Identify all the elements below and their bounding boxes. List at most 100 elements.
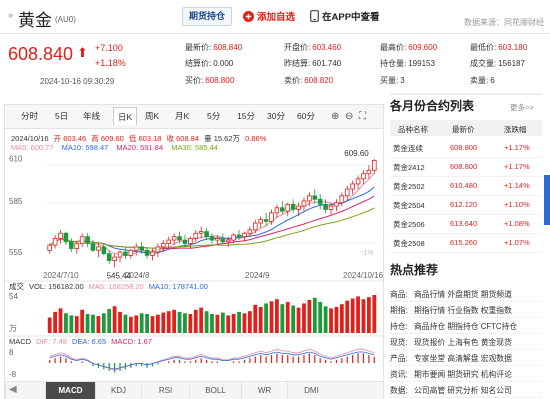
quote-field-label: 卖价: — [284, 76, 303, 85]
volume-bar — [269, 301, 274, 333]
quote-field: 最高价: 609.600 — [380, 42, 437, 53]
volume-bar — [226, 315, 231, 333]
indicator-tab[interactable]: WR — [241, 382, 287, 399]
candle — [47, 243, 52, 254]
volume-bar — [329, 308, 333, 333]
candle — [133, 243, 139, 256]
indicator-tab[interactable]: KDJ — [95, 382, 141, 399]
quote-field: 买价: 608.800 — [185, 75, 234, 86]
quote-field: 买量: 3 — [380, 75, 405, 86]
x-tick-label: 2024/7/10 — [43, 271, 79, 280]
hot-row-links[interactable]: 期指行情 行业指数 权重指数 — [414, 305, 512, 316]
candle — [301, 197, 307, 212]
hot-row-links[interactable]: 期市要闻 期货研究 机构评论 — [414, 369, 512, 380]
indicator-tab[interactable]: MACD — [45, 382, 95, 399]
candle — [334, 199, 339, 212]
kline-plot[interactable]: 610585555609.60545.44-1%2024/7/10 2024/8 2… — [5, 105, 383, 381]
volume-bar — [323, 306, 328, 333]
volume-bar — [237, 311, 241, 333]
contract-name[interactable]: 黄金2508 — [393, 238, 425, 249]
candle — [96, 243, 101, 258]
add-watchlist-button[interactable]: 添加自选 — [243, 9, 295, 23]
y-tick-label: 555 — [9, 248, 23, 257]
candle — [372, 159, 377, 174]
volume-bar — [156, 314, 160, 333]
futures-position-button[interactable]: 期货持仓 — [182, 7, 232, 26]
contracts-more-link[interactable]: 更多>> — [510, 102, 534, 113]
volume-bar — [264, 303, 268, 333]
candle — [204, 228, 209, 241]
quote-field: 卖量: 6 — [470, 75, 495, 86]
volume-bar — [210, 314, 214, 333]
quote-field: 最低价: 603.180 — [470, 42, 527, 53]
volume-bar — [96, 316, 101, 333]
breadcrumb-mark: » — [8, 10, 14, 20]
hot-row-label: 产品: — [390, 354, 408, 363]
open-in-app-button[interactable]: 在APP中查看 — [310, 9, 380, 23]
contract-row[interactable]: 黄金2504 612.120 +1.10% — [390, 195, 542, 215]
candle — [193, 229, 199, 242]
indicator-tab[interactable]: RSI — [141, 382, 189, 399]
col-pct: 涨跌幅 — [504, 125, 527, 134]
candle — [285, 202, 291, 217]
open-in-app-label: 在APP中查看 — [322, 12, 380, 23]
contract-price: 610.480 — [450, 181, 478, 190]
col-name: 品种名称 — [398, 125, 428, 134]
candle — [290, 199, 296, 213]
contract-price: 612.120 — [450, 200, 478, 209]
contract-name[interactable]: 黄金2506 — [393, 219, 425, 230]
volume-bar — [118, 311, 122, 333]
contract-price: 608.800 — [450, 143, 478, 152]
indicator-tab[interactable]: BOLL — [189, 382, 241, 399]
hot-row: 持仓: 商品持仓 期指持仓 CFTC持仓 — [390, 318, 542, 334]
contract-name[interactable]: 黄金连续 — [393, 143, 423, 154]
quote-field-value: 608.840 — [213, 43, 243, 52]
quote-field: 昨结算: 601.740 — [284, 58, 341, 69]
volume-bar — [58, 308, 63, 333]
volume-bar — [318, 302, 323, 333]
contract-row[interactable]: 黄金2412 608.800 +1.17% — [390, 157, 542, 177]
side-scroll-handle[interactable] — [544, 175, 550, 225]
volume-bar — [215, 314, 220, 333]
volume-bar — [231, 314, 236, 333]
volume-bar — [258, 306, 263, 333]
volume-bar — [80, 309, 85, 333]
phone-icon — [310, 10, 319, 22]
volume-bar — [204, 311, 209, 333]
volume-bar — [91, 314, 95, 333]
hot-row-links[interactable]: 专家坐堂 高清解盘 宏观数据 — [414, 353, 512, 364]
quote-field-label: 昨结算: — [284, 59, 311, 68]
volume-bar — [85, 314, 90, 333]
contract-name[interactable]: 黄金2504 — [393, 200, 425, 211]
up-arrow-icon: ⬆ — [77, 45, 88, 60]
volume-bar — [334, 306, 339, 333]
contract-row[interactable]: 黄金2506 613.640 +1.08% — [390, 214, 542, 234]
volume-bar — [339, 304, 344, 333]
contract-row[interactable]: 黄金连续 608.800 +1.17% — [390, 138, 542, 158]
quote-field: 成交量: 156187 — [470, 58, 525, 69]
contract-name[interactable]: 黄金2502 — [393, 181, 425, 192]
x-tick-label: 2024/10/16 — [343, 271, 383, 280]
hot-row-links[interactable]: 商品持仓 期指持仓 CFTC持仓 — [414, 321, 517, 332]
volume-bar — [296, 307, 301, 333]
indicator-tab[interactable] — [5, 382, 45, 399]
contract-row[interactable]: 黄金2508 615.260 +1.07% — [390, 233, 542, 253]
candle — [209, 233, 215, 244]
indicator-tab[interactable]: DMI — [287, 382, 335, 399]
hot-row-links[interactable]: 商品行情 外盘期货 期货频道 — [414, 289, 512, 300]
volume-bar — [134, 315, 139, 333]
volume-bar — [361, 299, 366, 333]
contract-row[interactable]: 黄金2502 610.480 +1.14% — [390, 176, 542, 196]
contract-pct: +1.17% — [504, 143, 530, 152]
quote-field: 开盘价: 603.460 — [284, 42, 341, 53]
candle — [52, 234, 58, 249]
hot-row-links[interactable]: 现货报价 上海有色 黄金现货 — [414, 337, 512, 348]
volume-bar — [69, 315, 74, 333]
hot-row-links[interactable]: 公司高管 研究分析 知名公司 — [414, 385, 512, 396]
contract-name[interactable]: 黄金2412 — [393, 162, 425, 173]
quote-field: 最新价: 608.840 — [185, 42, 242, 53]
hot-row-label: 现货: — [390, 338, 408, 347]
candle — [79, 233, 85, 247]
quote-field-label: 最低价: — [470, 43, 497, 52]
volume-bar — [193, 309, 198, 333]
